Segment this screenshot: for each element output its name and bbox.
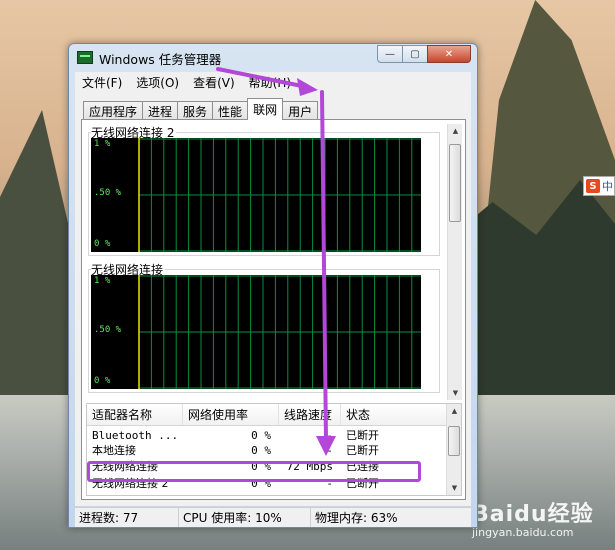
maximize-button[interactable]: ▢ bbox=[402, 45, 428, 63]
menu-options[interactable]: 选项(O) bbox=[129, 74, 186, 91]
task-manager-window: Windows 任务管理器 — ▢ ✕ 文件(F) 选项(O) 查看(V) 帮助… bbox=[68, 43, 478, 528]
tab-applications[interactable]: 应用程序 bbox=[83, 101, 144, 120]
cell-adapter: Bluetooth ... bbox=[92, 428, 179, 442]
status-process-count: 进程数: 77 bbox=[75, 508, 179, 527]
scroll-thumb[interactable] bbox=[448, 426, 460, 456]
graph-grid bbox=[91, 275, 421, 389]
ime-sogou-icon: S bbox=[586, 179, 600, 193]
minimize-button[interactable]: — bbox=[377, 45, 403, 63]
graph-tick-mid: .50 % bbox=[94, 325, 122, 335]
status-cpu-usage: CPU 使用率: 10% bbox=[179, 508, 311, 527]
cell-usage: 0 % bbox=[251, 443, 271, 457]
scroll-up-arrow-icon[interactable]: ▲ bbox=[447, 404, 461, 418]
window-controls: — ▢ ✕ bbox=[377, 45, 471, 63]
tab-networking[interactable]: 联网 bbox=[247, 98, 284, 120]
scroll-thumb[interactable] bbox=[449, 144, 461, 222]
adapter-table: 适配器名称 网络使用率 线路速度 状态 Bluetooth ... 0 % - … bbox=[86, 403, 462, 496]
title-bar[interactable]: Windows 任务管理器 — ▢ ✕ bbox=[69, 44, 477, 70]
tab-processes[interactable]: 进程 bbox=[142, 101, 179, 120]
table-scrollbar[interactable]: ▲ ▼ bbox=[446, 404, 461, 495]
network-graph: 1 % .50 % 0 % bbox=[91, 275, 421, 389]
graph-group-wireless-2: 无线网络连接 2 1 % .50 % 0 % bbox=[86, 124, 444, 258]
table-row[interactable]: 本地连接 0 % - 已断开 bbox=[87, 443, 448, 458]
column-header-status[interactable]: 状态 bbox=[341, 404, 448, 425]
menu-view[interactable]: 查看(V) bbox=[186, 74, 242, 91]
cell-speed: - bbox=[326, 443, 333, 457]
column-header-usage[interactable]: 网络使用率 bbox=[183, 404, 279, 425]
graphs-scrollbar[interactable]: ▲ ▼ bbox=[447, 124, 462, 400]
cell-status: 已断开 bbox=[346, 429, 379, 442]
graph-group-wireless: 无线网络连接 1 % .50 % 0 % bbox=[86, 261, 444, 395]
tab-users[interactable]: 用户 bbox=[282, 101, 319, 120]
menu-help[interactable]: 帮助(H) bbox=[242, 74, 298, 91]
close-button[interactable]: ✕ bbox=[427, 45, 471, 63]
ime-toolbar[interactable]: S 中 bbox=[583, 176, 615, 196]
annotation-highlight-box bbox=[87, 461, 421, 482]
cell-status: 已断开 bbox=[346, 444, 379, 457]
cell-usage: 0 % bbox=[251, 428, 271, 442]
graph-tick-bottom: 0 % bbox=[94, 239, 111, 249]
graph-grid bbox=[91, 138, 421, 252]
cell-adapter: 本地连接 bbox=[92, 444, 136, 457]
watermark-brand: Baidu经验 bbox=[472, 502, 594, 527]
scroll-up-arrow-icon[interactable]: ▲ bbox=[448, 124, 462, 138]
graph-tick-mid: .50 % bbox=[94, 188, 122, 198]
graph-tick-top: 1 % bbox=[94, 276, 111, 286]
task-manager-icon bbox=[77, 51, 93, 64]
status-bar: 进程数: 77 CPU 使用率: 10% 物理内存: 63% bbox=[75, 507, 471, 527]
column-header-speed[interactable]: 线路速度 bbox=[279, 404, 341, 425]
menu-bar: 文件(F) 选项(O) 查看(V) 帮助(H) bbox=[75, 72, 471, 92]
menu-file[interactable]: 文件(F) bbox=[75, 74, 129, 91]
status-memory-usage: 物理内存: 63% bbox=[315, 511, 398, 525]
column-header-adapter[interactable]: 适配器名称 bbox=[87, 404, 183, 425]
ime-mode-label: 中 bbox=[602, 180, 613, 193]
scroll-down-arrow-icon[interactable]: ▼ bbox=[447, 481, 461, 495]
graphs-scroll-area: 无线网络连接 2 1 % .50 % 0 % 无线网络连接 1 % .50 % … bbox=[86, 124, 462, 400]
scroll-down-arrow-icon[interactable]: ▼ bbox=[448, 386, 462, 400]
tab-services[interactable]: 服务 bbox=[177, 101, 214, 120]
tab-strip: 应用程序 进程 服务 性能 联网 用户 bbox=[83, 98, 319, 120]
watermark: Baidu经验 jingyan.baidu.com bbox=[472, 496, 594, 539]
network-graph: 1 % .50 % 0 % bbox=[91, 138, 421, 252]
graph-tick-top: 1 % bbox=[94, 139, 111, 149]
graph-tick-bottom: 0 % bbox=[94, 376, 111, 386]
table-header: 适配器名称 网络使用率 线路速度 状态 bbox=[87, 404, 448, 426]
window-title: Windows 任务管理器 bbox=[99, 52, 222, 67]
window-client-area: 应用程序 进程 服务 性能 联网 用户 无线网络连接 2 1 % .50 % 0… bbox=[75, 92, 471, 506]
cell-speed: - bbox=[326, 428, 333, 442]
table-row[interactable]: Bluetooth ... 0 % - 已断开 bbox=[87, 428, 448, 443]
tab-performance[interactable]: 性能 bbox=[212, 101, 249, 120]
networking-panel: 无线网络连接 2 1 % .50 % 0 % 无线网络连接 1 % .50 % … bbox=[81, 119, 466, 500]
